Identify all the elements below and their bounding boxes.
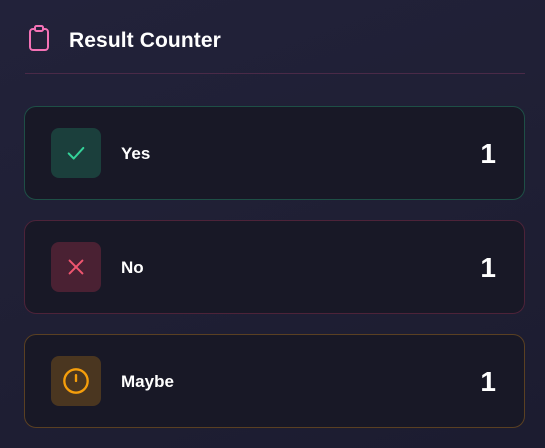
- check-icon: [67, 146, 85, 160]
- result-count: 1: [480, 366, 496, 397]
- result-label: No: [121, 258, 144, 277]
- page-title: Result Counter: [69, 29, 221, 52]
- result-card-no[interactable]: No 1: [24, 220, 525, 314]
- result-count: 1: [480, 138, 496, 169]
- result-count: 1: [480, 252, 496, 283]
- alert-circle-icon: [63, 368, 89, 394]
- x-icon: [68, 259, 84, 275]
- result-label: Yes: [121, 144, 151, 163]
- yes-icon-box: [51, 128, 101, 178]
- maybe-icon-box: [51, 356, 101, 406]
- clipboard-icon: [29, 25, 49, 51]
- result-label: Maybe: [121, 372, 174, 391]
- no-icon-box: [51, 242, 101, 292]
- header: Result Counter: [25, 22, 525, 74]
- result-card-maybe[interactable]: Maybe 1: [24, 334, 525, 428]
- result-card-yes[interactable]: Yes 1: [24, 106, 525, 200]
- result-list: Yes 1 No 1 Maybe 1: [24, 106, 525, 448]
